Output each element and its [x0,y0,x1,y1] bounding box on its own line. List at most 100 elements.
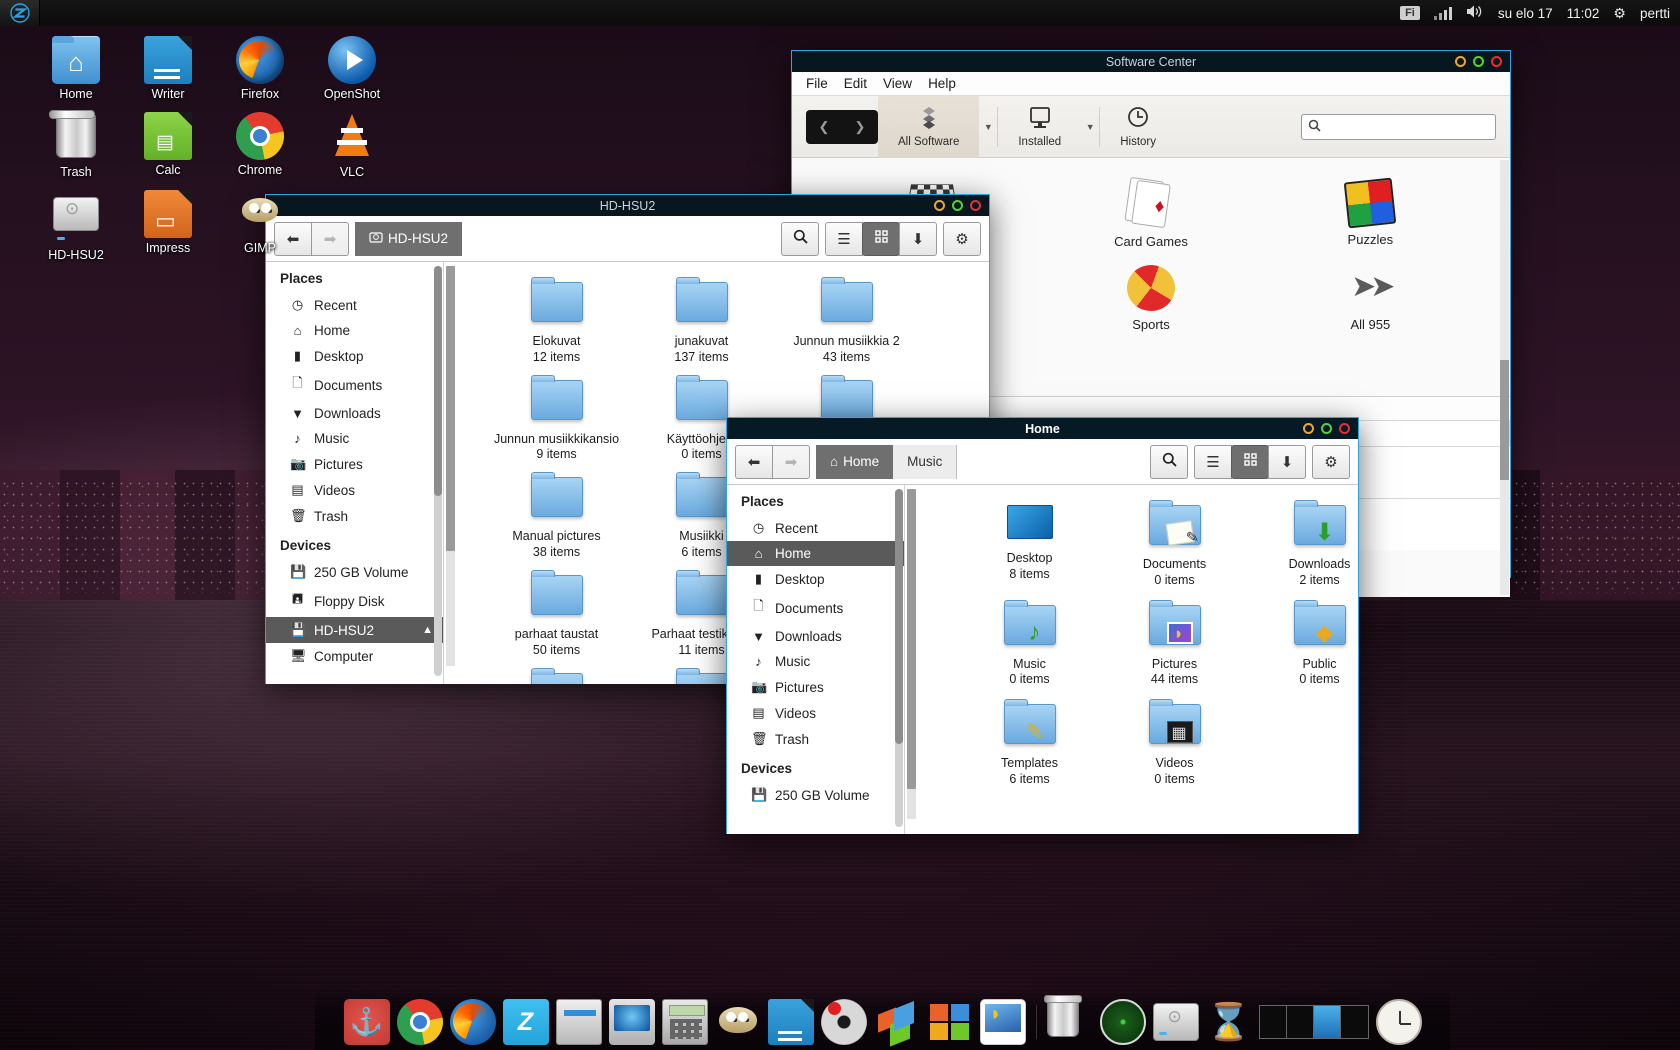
google-chrome-icon[interactable] [397,999,443,1045]
minimize-button[interactable] [1455,56,1466,67]
breadcrumb-music[interactable]: Music [893,445,957,479]
minimize-button[interactable] [934,200,945,211]
search-button[interactable] [781,222,819,256]
monitor-icon[interactable] [609,999,655,1045]
sidebar-item-computer[interactable]: 🖥 Computer [266,643,443,669]
tab-history[interactable]: History [1100,96,1176,158]
forward-button[interactable]: ➡ [772,445,810,479]
tab-installed[interactable]: Installed [998,96,1081,158]
sidebar-item-music[interactable]: ♪ Music [266,426,443,451]
file-item[interactable]: ✎ Templates 6 items [957,698,1102,786]
category-card-games[interactable]: Card Games [1041,172,1260,257]
sidebar-item-pictures[interactable]: 📷 Pictures [727,674,904,700]
home-file-manager-window[interactable]: Home ⬅ ➡ ⌂ Home Music [726,417,1359,834]
file-item[interactable]: Junnun musiikkia 2 43 items [774,276,919,364]
anchor-icon[interactable] [344,999,390,1045]
download-button[interactable]: ⬇ [1268,445,1306,479]
search-input[interactable] [1301,114,1496,140]
file-item[interactable]: junakuvat 137 items [629,276,774,364]
hourglass-icon[interactable] [1206,999,1252,1045]
gear-icon[interactable]: ⚙ [1613,5,1626,22]
desktop-icon-calc[interactable]: Calc [132,112,204,180]
sidebar-item-hdhsu2[interactable]: 💾 HD-HSU2 ▲ [266,617,443,643]
desktop-icon-gimp[interactable]: GIMP [224,190,296,263]
sidebar-item-recent[interactable]: ◷ Recent [266,292,443,318]
panel-clock[interactable]: 11:02 [1567,6,1600,21]
file-area-scrollbar[interactable] [446,266,455,666]
sidebar-item-videos[interactable]: ▤ Videos [727,700,904,726]
menu-edit[interactable]: Edit [844,76,867,91]
sidebar-item-trash[interactable]: 🗑 Trash [266,503,443,529]
breadcrumb-home[interactable]: ⌂ Home [816,445,893,479]
maximize-button[interactable] [1321,423,1332,434]
grid-view-button[interactable] [862,222,900,256]
chevron-down-icon[interactable]: ▼ [1081,122,1099,132]
settings-button[interactable]: ⚙ [1312,445,1350,479]
minimize-button[interactable] [1303,423,1314,434]
file-item[interactable]: ♪ Music 0 items [957,599,1102,687]
sidebar-item-documents[interactable]: 🗋 Documents [727,592,904,624]
sidebar-item-desktop[interactable]: ▮ Desktop [727,566,904,592]
menu-help[interactable]: Help [928,76,956,91]
list-view-button[interactable]: ☰ [825,222,863,256]
search-button[interactable] [1150,445,1188,479]
home-titlebar[interactable]: Home [727,418,1358,439]
nav-buttons[interactable]: ❮ ❯ [806,110,878,144]
sidebar-item-documents[interactable]: 🗋 Documents [266,369,443,401]
file-item[interactable]: Elokuvat 12 items [484,276,629,364]
analog-clock-icon[interactable] [1376,999,1422,1045]
desktop-icon-openshot[interactable]: OpenShot [316,36,388,102]
gimp-wilber-icon[interactable] [715,999,761,1045]
desktop-icon-home[interactable]: Home [40,36,112,102]
file-item[interactable]: Pictures 44 items [1102,599,1247,687]
firefox-icon[interactable] [450,999,496,1045]
file-item[interactable]: ◆ Public 0 items [1247,599,1358,687]
hard-drive-icon[interactable] [1153,1003,1199,1041]
menu-file[interactable]: File [806,76,828,91]
desktop-icon-writer[interactable]: Writer [132,36,204,102]
file-item[interactable]: Junnun musiikkikansio 9 items [484,374,629,462]
back-button[interactable]: ⬅ [735,445,773,479]
file-item[interactable]: parhaat taustat 50 items [484,569,629,657]
category-puzzles[interactable]: Puzzles [1261,172,1480,257]
sidebar-item-desktop[interactable]: ▮ Desktop [266,343,443,369]
sidebar-item-music[interactable]: ♪ Music [727,649,904,674]
panel-username[interactable]: pertti [1640,6,1670,21]
settings-button[interactable]: ⚙ [943,222,981,256]
desktop-icon-chrome[interactable]: Chrome [224,112,296,180]
file-area-scrollbar[interactable] [907,489,916,819]
file-item[interactable]: Videos 0 items [1102,698,1247,786]
sidebar-item-250gb-volume[interactable]: 💾 250 GB Volume [266,559,443,585]
trash-icon[interactable] [1047,999,1093,1045]
file-item[interactable] [484,667,629,685]
sidebar-item-downloads[interactable]: ▼ Downloads [266,401,443,426]
desktop-icon-impress[interactable]: Impress [132,190,204,263]
sidebar-item-trash[interactable]: 🗑 Trash [727,726,904,752]
maximize-button[interactable] [1473,56,1484,67]
cd-burner-icon[interactable] [821,999,867,1045]
arrow-right-icon[interactable]: ❯ [855,119,866,135]
menu-view[interactable]: View [883,76,912,91]
file-item[interactable]: Desktop 8 items [957,499,1102,587]
keyboard-layout-indicator[interactable]: Fi [1400,6,1420,20]
calculator-icon[interactable] [662,999,708,1045]
sidebar-item-videos[interactable]: ▤ Videos [266,477,443,503]
desktop-icon-vlc[interactable]: VLC [316,112,388,180]
close-button[interactable] [1339,423,1350,434]
eject-icon[interactable]: ▲ [422,624,433,636]
sidebar-item-250gb-volume[interactable]: 💾 250 GB Volume [727,782,904,808]
file-item[interactable]: Manual pictures 38 items [484,471,629,559]
tab-all-software[interactable]: All Software [878,96,979,158]
software-center-titlebar[interactable]: Software Center [792,51,1510,72]
zorin-menu-icon[interactable] [0,0,40,26]
arrow-left-icon[interactable]: ❮ [819,119,830,135]
photo-icon[interactable] [980,999,1026,1045]
download-button[interactable]: ⬇ [899,222,937,256]
maximize-button[interactable] [952,200,963,211]
radar-icon[interactable] [1100,999,1146,1045]
category-sports[interactable]: Sports [1041,257,1260,340]
desktop-icon-hdhsu2[interactable]: HD-HSU2 [40,190,112,263]
sidebar-item-downloads[interactable]: ▼ Downloads [727,624,904,649]
close-button[interactable] [970,200,981,211]
category-all[interactable]: ➤➤ All 955 [1261,257,1480,340]
